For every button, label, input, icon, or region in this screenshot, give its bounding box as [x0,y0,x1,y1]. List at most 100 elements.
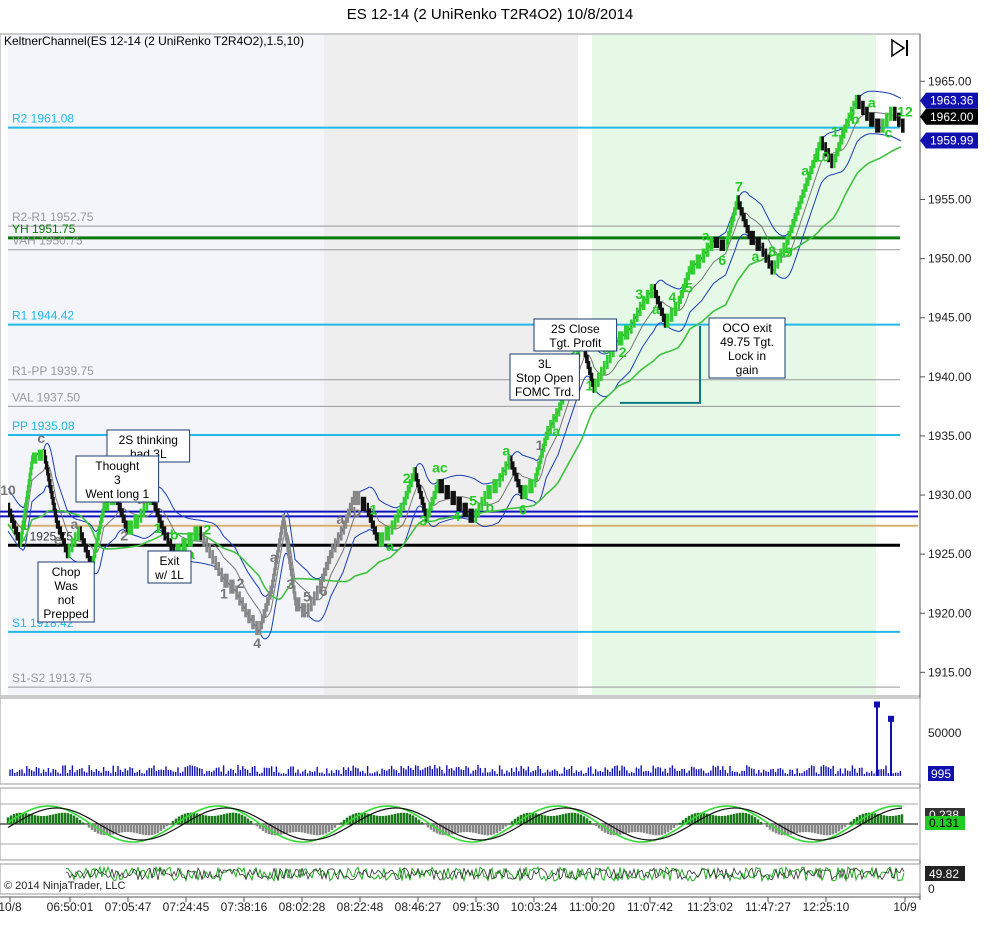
annotation-text: Prepped [43,607,88,621]
x-tick-label: 08:02:28 [279,900,326,914]
renko-bar [372,520,375,535]
renko-bar [801,189,804,204]
renko-bar [161,520,164,535]
renko-bar [444,484,450,500]
wave-label: 10 [0,482,16,498]
renko-bar [163,526,167,541]
volume-spike-cap [874,701,880,708]
renko-bar [518,479,521,494]
y-tick-label: 1945.00 [928,311,972,325]
renko-bar [244,603,247,618]
renko-bar [208,544,212,559]
renko-bar [623,325,630,340]
y-tick-label: 1940.00 [928,370,972,384]
wave-label: c [37,430,45,446]
price-marker-label: 1962.00 [930,110,974,124]
renko-bar [793,213,796,228]
wave-label: 3 [286,576,294,592]
renko-bar [436,479,439,494]
renko-bar [330,544,334,559]
renko-bar [322,567,326,582]
renko-bar [333,538,337,553]
wave-label: a [270,549,278,565]
price-marker-label: 1963.36 [930,94,974,108]
x-tick-label: 12:25:10 [803,900,850,914]
wave-label: a [801,163,809,179]
renko-bar [428,502,431,517]
renko-bar [63,538,67,553]
renko-bar [510,455,513,470]
renko-bar [67,544,71,559]
renko-bar [393,514,397,529]
wave-label: 8 [768,243,776,259]
annotation-text: not [58,593,75,607]
renko-bar [339,526,343,541]
renko-bar [438,479,444,494]
renko-bar [719,239,726,251]
wave-label: 2 [403,470,411,486]
renko-bar [374,526,377,541]
renko-bar [336,532,340,547]
chart-canvas: ES 12-14 (2 UniRenko T2R4O2) 10/8/2014 R… [0,6,978,914]
volume-panel-frame [0,697,921,785]
renko-bar [354,490,361,506]
wave-label: 12 [897,104,913,120]
volume-tick-label: 50000 [928,726,962,740]
renko-bar [55,514,59,529]
renko-bar [789,224,792,240]
renko-bar [854,94,857,110]
x-tick-label: 10:03:24 [511,900,558,914]
wave-label: a [752,248,760,264]
renko-bar [861,100,865,115]
renko-bar [869,112,875,127]
renko-bar [629,319,633,334]
renko-bar [81,532,84,547]
renko-bar [695,254,702,269]
renko-bar [73,532,77,547]
renko-bar [307,603,310,618]
renko-bar [522,484,528,500]
wave-label: a [868,94,876,110]
renko-bar [705,242,710,257]
renko-bar [480,496,484,511]
annotation-text: Thought [95,459,140,473]
renko-bar [133,514,139,529]
wave-label: 11 [831,123,846,139]
price-marker-label: 1959.99 [930,134,974,148]
wave-label: b [485,499,494,515]
renko-bar [741,207,744,222]
renko-bar [594,378,597,393]
annotation-text: Went long 1 [85,487,149,501]
renko-bar [847,112,850,127]
renko-bar [8,502,11,517]
y-tick-label: 1950.00 [928,252,972,266]
renko-bar [632,313,636,328]
renko-bar [833,153,836,169]
renko-bar [193,526,199,541]
renko-bar [486,484,492,500]
annotation-text: 2S Close [551,322,600,336]
renko-bar [217,561,220,577]
renko-bar [901,118,905,133]
annotation-text: FOMC Trd. [515,385,574,399]
renko-bar [301,603,307,618]
renko-bar [857,94,861,110]
renko-bar [603,360,606,376]
level-label: VAH 1950.75 [12,234,83,248]
renko-bar [315,585,319,600]
wave-label: a [386,538,394,554]
wave-label: a [336,511,344,527]
renko-bar [606,354,609,370]
renko-bar [119,502,122,517]
y-tick-label: 1925.00 [928,547,972,561]
wave-label: a [502,442,510,458]
renko-bar [187,532,193,547]
renko-bar [205,538,209,553]
renko-bar [430,496,433,511]
wave-label: 4 [253,635,261,651]
x-tick-label: 08:46:27 [395,900,442,914]
renko-bar [326,555,330,571]
wave-label: 4 [669,289,677,305]
time-axis[interactable]: 10/8 06:50:01 07:05:47 07:24:45 07:38:16 08:0… [0,896,920,914]
level-label: S1-S2 1913.75 [12,671,92,685]
